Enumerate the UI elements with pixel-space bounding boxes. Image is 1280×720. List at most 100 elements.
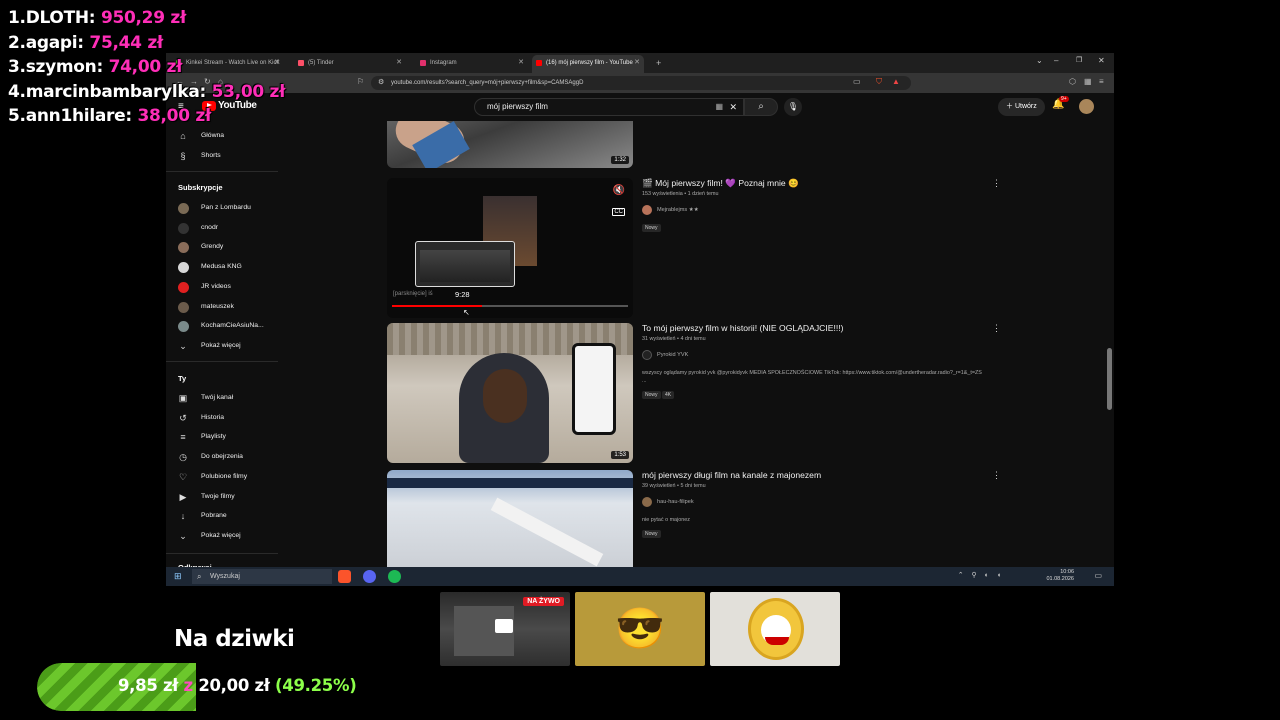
cast-icon[interactable]: ▭ xyxy=(853,77,861,86)
tab-label: (16) mój pierwszy film - YouTube xyxy=(546,60,633,66)
spotify-app-icon[interactable] xyxy=(388,570,401,583)
viewer-cam-emoji[interactable]: 😎 xyxy=(575,592,705,666)
goal-current: 9,85 zł xyxy=(118,676,179,695)
thumbnail-weapon xyxy=(490,497,604,567)
result-item[interactable]: mój pierwszy długi film na kanale z majo… xyxy=(387,470,1001,571)
result-item[interactable]: 1:32 xyxy=(387,121,997,168)
preview-progress-track[interactable] xyxy=(392,305,628,307)
result-channel[interactable]: hau-hau-filipek xyxy=(642,497,694,507)
leaderboard-amount: 950,29 zł xyxy=(100,8,186,28)
preview-caption: [parsknięcie] iś xyxy=(393,291,433,297)
leaderboard-name: ann1hilare: xyxy=(25,106,132,126)
windows-start-icon[interactable]: ⊞ xyxy=(174,571,182,582)
chevron-down-icon[interactable]: ⌄ xyxy=(1036,56,1043,65)
search-button[interactable]: ⌕ xyxy=(744,98,778,116)
youtube-header: ≡ YouTube mój pierwszy film ▦ ✕ ⌕ 🎙 ＋ Ut… xyxy=(166,93,1114,121)
tab-bar: Kinkei Stream - Watch Live on Kick ✕ (5) T… xyxy=(166,53,1114,73)
video-thumbnail[interactable]: 1:32 xyxy=(387,121,633,168)
result-channel[interactable]: Mejrablejms ★★ xyxy=(642,205,699,215)
leaderboard-rank: 3. xyxy=(8,57,26,77)
result-item[interactable]: 🔇 CC [parsknięcie] iś 9:28 ↖ 🎬 Mój pierw… xyxy=(387,178,1001,318)
create-button[interactable]: ＋ Utwórz xyxy=(998,98,1045,116)
more-actions-icon[interactable]: ⋮ xyxy=(992,323,1001,334)
result-description: wszyscy oglądamy pyrokid yvk @pyrokidyvk… xyxy=(642,370,982,384)
url-field[interactable]: ⚙ youtube.com/results?search_query=mój+p… xyxy=(371,76,911,90)
leaderboard-amount: 74,00 zł xyxy=(108,57,183,77)
menu-icon[interactable]: ≡ xyxy=(1099,77,1104,86)
video-thumbnail[interactable]: 1:53 xyxy=(387,323,633,463)
duration-badge: 1:32 xyxy=(611,156,629,164)
close-tab-icon[interactable]: ✕ xyxy=(518,55,524,71)
preview-time: 9:28 xyxy=(455,290,470,299)
taskbar-search[interactable]: ⌕ Wyszukaj xyxy=(192,569,332,584)
close-tab-icon[interactable]: ✕ xyxy=(396,55,402,71)
avatar[interactable] xyxy=(1079,99,1094,114)
stream-preview-cam[interactable]: NA ŻYWO xyxy=(440,592,570,666)
goal-percent: (49.25%) xyxy=(275,676,357,695)
leaderboard-row: 1.DLOTH: 950,29 zł xyxy=(8,8,285,33)
brave-app-icon[interactable] xyxy=(338,570,351,583)
brave-shield-icon[interactable]: ⛉ xyxy=(876,77,882,87)
video-preview[interactable]: 🔇 CC [parsknięcie] iś 9:28 ↖ xyxy=(387,178,633,318)
channel-name: Pyrokid YVK xyxy=(657,352,689,358)
viewer-cam-joker[interactable] xyxy=(710,592,840,666)
create-label: Utwórz xyxy=(1014,103,1037,110)
browser-tab[interactable]: (5) Tinder ✕ xyxy=(294,55,406,73)
goal-separator: z xyxy=(183,676,194,695)
new-tab-button[interactable]: + xyxy=(652,55,661,73)
tray-icons[interactable]: ⌃ ⚲ ◐ ◖ xyxy=(958,571,1004,579)
live-badge: NA ŻYWO xyxy=(523,597,564,606)
search-icon: ⌕ xyxy=(758,101,764,112)
restore-icon[interactable]: ❐ xyxy=(1076,56,1082,64)
search-results: 1:32 🔇 CC [parsknięcie] iś 9:28 ↖ 🎬 Mój … xyxy=(166,121,1114,571)
result-title[interactable]: To mój pierwszy film w historii! (NIE OG… xyxy=(642,323,844,333)
browser-tab[interactable]: Instagram ✕ xyxy=(416,55,528,73)
notification-center-icon[interactable]: ▭ xyxy=(1094,571,1102,580)
wallet-icon[interactable]: ▦ xyxy=(1084,77,1092,86)
leaderboard-rank: 2. xyxy=(8,32,26,53)
result-title[interactable]: mój pierwszy długi film na kanale z majo… xyxy=(642,470,821,480)
keyboard-icon[interactable]: ▦ xyxy=(715,99,723,115)
mute-icon[interactable]: 🔇 xyxy=(613,185,625,196)
leaderboard-name: DLOTH: xyxy=(25,8,96,28)
sidebar-toggle-icon[interactable]: ⬡ xyxy=(1069,77,1076,86)
close-window-icon[interactable]: ✕ xyxy=(1098,56,1105,65)
taskbar-search-label: Wyszukaj xyxy=(210,573,240,580)
thumbnail-face xyxy=(483,369,527,423)
more-actions-icon[interactable]: ⋮ xyxy=(992,470,1001,481)
bookmark-icon[interactable]: ⚐ xyxy=(357,77,364,86)
site-info-icon[interactable]: ⚙ xyxy=(378,76,384,90)
mic-icon: 🎙 xyxy=(787,102,799,111)
leaderboard-rank: 4. xyxy=(8,81,26,102)
video-thumbnail[interactable] xyxy=(387,470,633,571)
channel-name: Mejrablejms ★★ xyxy=(657,207,699,213)
channel-avatar xyxy=(642,497,652,507)
result-channel[interactable]: Pyrokid YVK xyxy=(642,350,689,360)
leaderboard-row: 5.ann1hilare: 38,00 zł xyxy=(8,106,285,131)
mouse-cursor-icon: ↖ xyxy=(463,308,470,317)
minimize-icon[interactable]: – xyxy=(1054,56,1058,65)
result-meta: 31 wyświetleń • 4 dni temu xyxy=(642,336,706,342)
scrollbar[interactable] xyxy=(1107,348,1112,410)
leaderboard-rank: 5. xyxy=(8,106,26,126)
browser-tab[interactable]: (16) mój pierwszy film - YouTube ✕ xyxy=(532,55,644,73)
address-bar: ← → ↻ ⌂ ⚐ ⚙ youtube.com/results?search_q… xyxy=(166,73,1114,93)
4k-badge: 4K xyxy=(662,391,675,399)
tab-label: Instagram xyxy=(430,60,457,66)
system-tray[interactable]: 10:06 01.08.2026 xyxy=(1046,569,1074,583)
captions-icon[interactable]: CC xyxy=(612,208,625,216)
result-title[interactable]: 🎬 Mój pierwszy film! 💜 Poznaj mnie 😊 xyxy=(642,178,799,189)
channel-avatar xyxy=(642,205,652,215)
leaderboard-row: 4.marcinbambarylka: 53,00 zł xyxy=(8,82,285,107)
close-tab-icon[interactable]: ✕ xyxy=(634,55,640,71)
search-input[interactable]: mój pierwszy film ▦ ✕ xyxy=(474,98,744,116)
discord-app-icon[interactable] xyxy=(363,570,376,583)
voice-search-button[interactable]: 🎙 xyxy=(784,98,802,116)
more-actions-icon[interactable]: ⋮ xyxy=(992,178,1001,189)
rewards-icon[interactable]: ▲ xyxy=(892,77,900,86)
clear-search-icon[interactable]: ✕ xyxy=(729,99,737,115)
notification-badge: 9+ xyxy=(1059,96,1069,102)
preview-progress-fill xyxy=(392,305,482,307)
result-item[interactable]: 1:53 To mój pierwszy film w historii! (N… xyxy=(387,323,1001,463)
new-badge: Nowy xyxy=(642,391,661,399)
